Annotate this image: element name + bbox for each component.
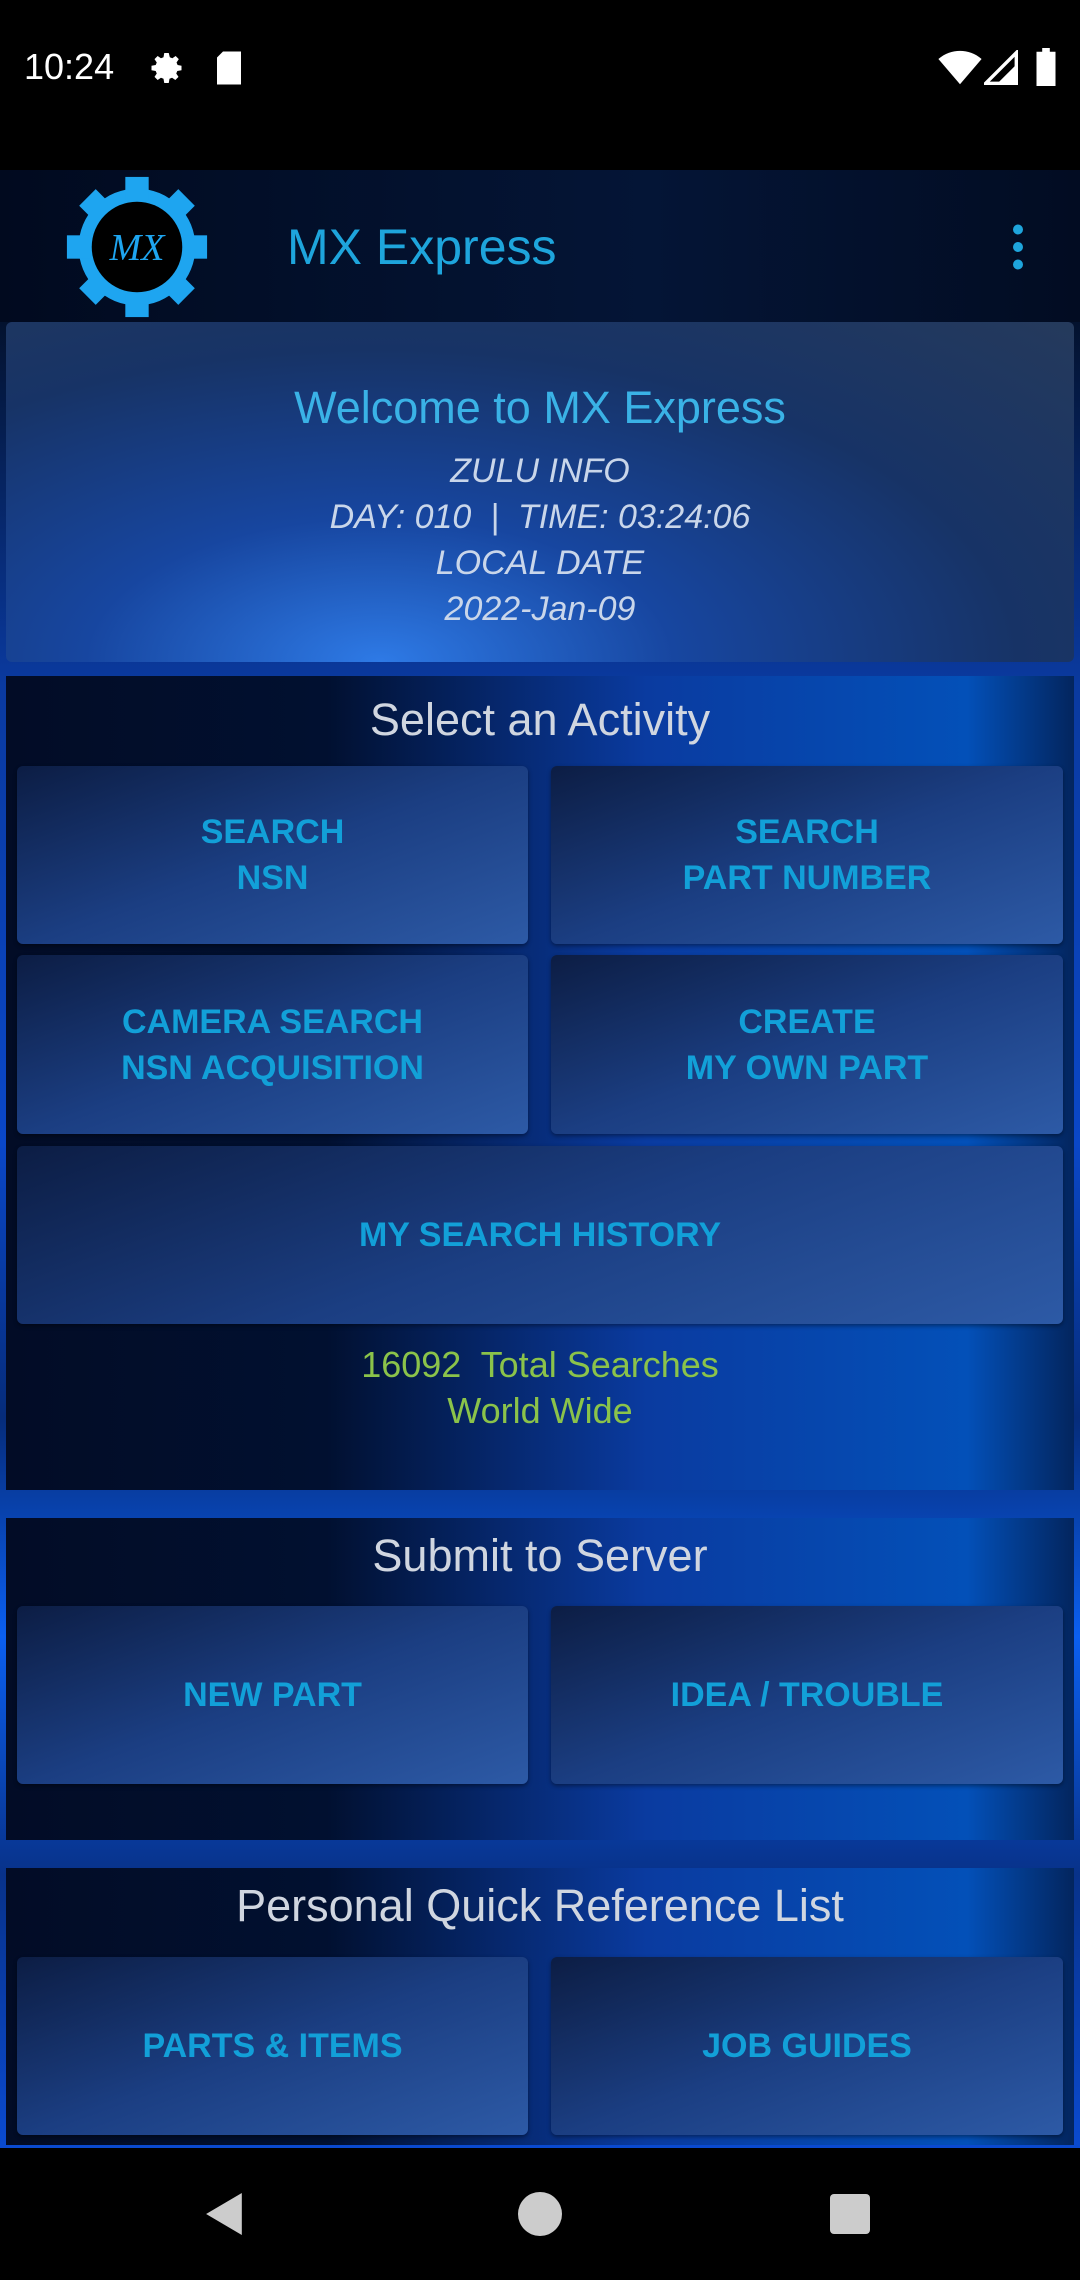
job-guides-button[interactable]: JOB GUIDES — [551, 1957, 1063, 2135]
button-label: MY OWN PART — [685, 1048, 929, 1087]
welcome-panel: Welcome to MX Express ZULU INFO DAY: 010… — [6, 322, 1074, 662]
signal-icon — [984, 50, 1018, 85]
local-date: 2022-Jan-09 — [444, 590, 636, 628]
recents-icon[interactable] — [830, 2194, 870, 2234]
reference-title: Personal Quick Reference List — [236, 1880, 844, 1931]
button-label: CREATE — [738, 1002, 876, 1041]
submit-title: Submit to Server — [372, 1530, 708, 1581]
local-date-label: LOCAL DATE — [435, 544, 645, 582]
status-time: 10:24 — [24, 46, 115, 87]
welcome-title: Welcome to MX Express — [294, 382, 786, 433]
button-label: SEARCH — [735, 813, 879, 851]
activity-title: Select an Activity — [369, 694, 711, 745]
zulu-time: DAY: 010 | TIME: 03:24:06 — [329, 498, 751, 536]
new-part-button[interactable]: NEW PART — [17, 1606, 528, 1784]
button-label: NSN — [236, 859, 309, 897]
activity-panel: Select an Activity SEARCH NSN SEARCH PART … — [6, 676, 1074, 1490]
button-label: SEARCH — [200, 813, 345, 851]
wifi-icon — [938, 50, 982, 85]
home-icon[interactable] — [518, 2192, 562, 2236]
search-nsn-button[interactable]: SEARCH NSN — [17, 766, 528, 944]
svg-text:MX: MX — [109, 227, 167, 269]
main-content: Welcome to MX Express ZULU INFO DAY: 010… — [0, 322, 1080, 2148]
submit-panel: Submit to Server NEW PART IDEA / TROUBLE — [6, 1518, 1074, 1840]
zulu-label: ZULU INFO — [450, 452, 630, 490]
button-label: CAMERA SEARCH — [122, 1002, 423, 1041]
total-searches: 16092 Total Searches — [361, 1344, 719, 1385]
search-part-number-button[interactable]: SEARCH PART NUMBER — [551, 766, 1063, 944]
navigation-bar — [0, 2148, 1080, 2280]
button-label: PART NUMBER — [682, 859, 932, 897]
camera-search-button[interactable]: CAMERA SEARCH NSN ACQUISITION — [17, 955, 528, 1134]
search-history-button[interactable]: MY SEARCH HISTORY — [17, 1146, 1063, 1324]
app-bar: MX MX Express — [0, 170, 1080, 322]
world-wide-label: World Wide — [447, 1390, 633, 1431]
reference-panel: Personal Quick Reference List PARTS & IT… — [6, 1868, 1074, 2145]
app-title: MX Express — [287, 219, 557, 275]
more-vert-icon[interactable] — [1006, 222, 1030, 272]
create-part-button[interactable]: CREATE MY OWN PART — [551, 955, 1063, 1134]
back-icon[interactable] — [204, 2192, 246, 2236]
settings-icon — [151, 53, 182, 83]
status-bar: 10:24 — [0, 0, 1080, 140]
mx-logo: MX — [66, 176, 208, 318]
parts-items-button[interactable]: PARTS & ITEMS — [17, 1957, 528, 2135]
button-label: NSN ACQUISITION — [121, 1048, 424, 1087]
idea-trouble-button[interactable]: IDEA / TROUBLE — [551, 1606, 1063, 1784]
battery-icon — [1036, 48, 1056, 86]
sd-card-icon — [217, 51, 241, 85]
